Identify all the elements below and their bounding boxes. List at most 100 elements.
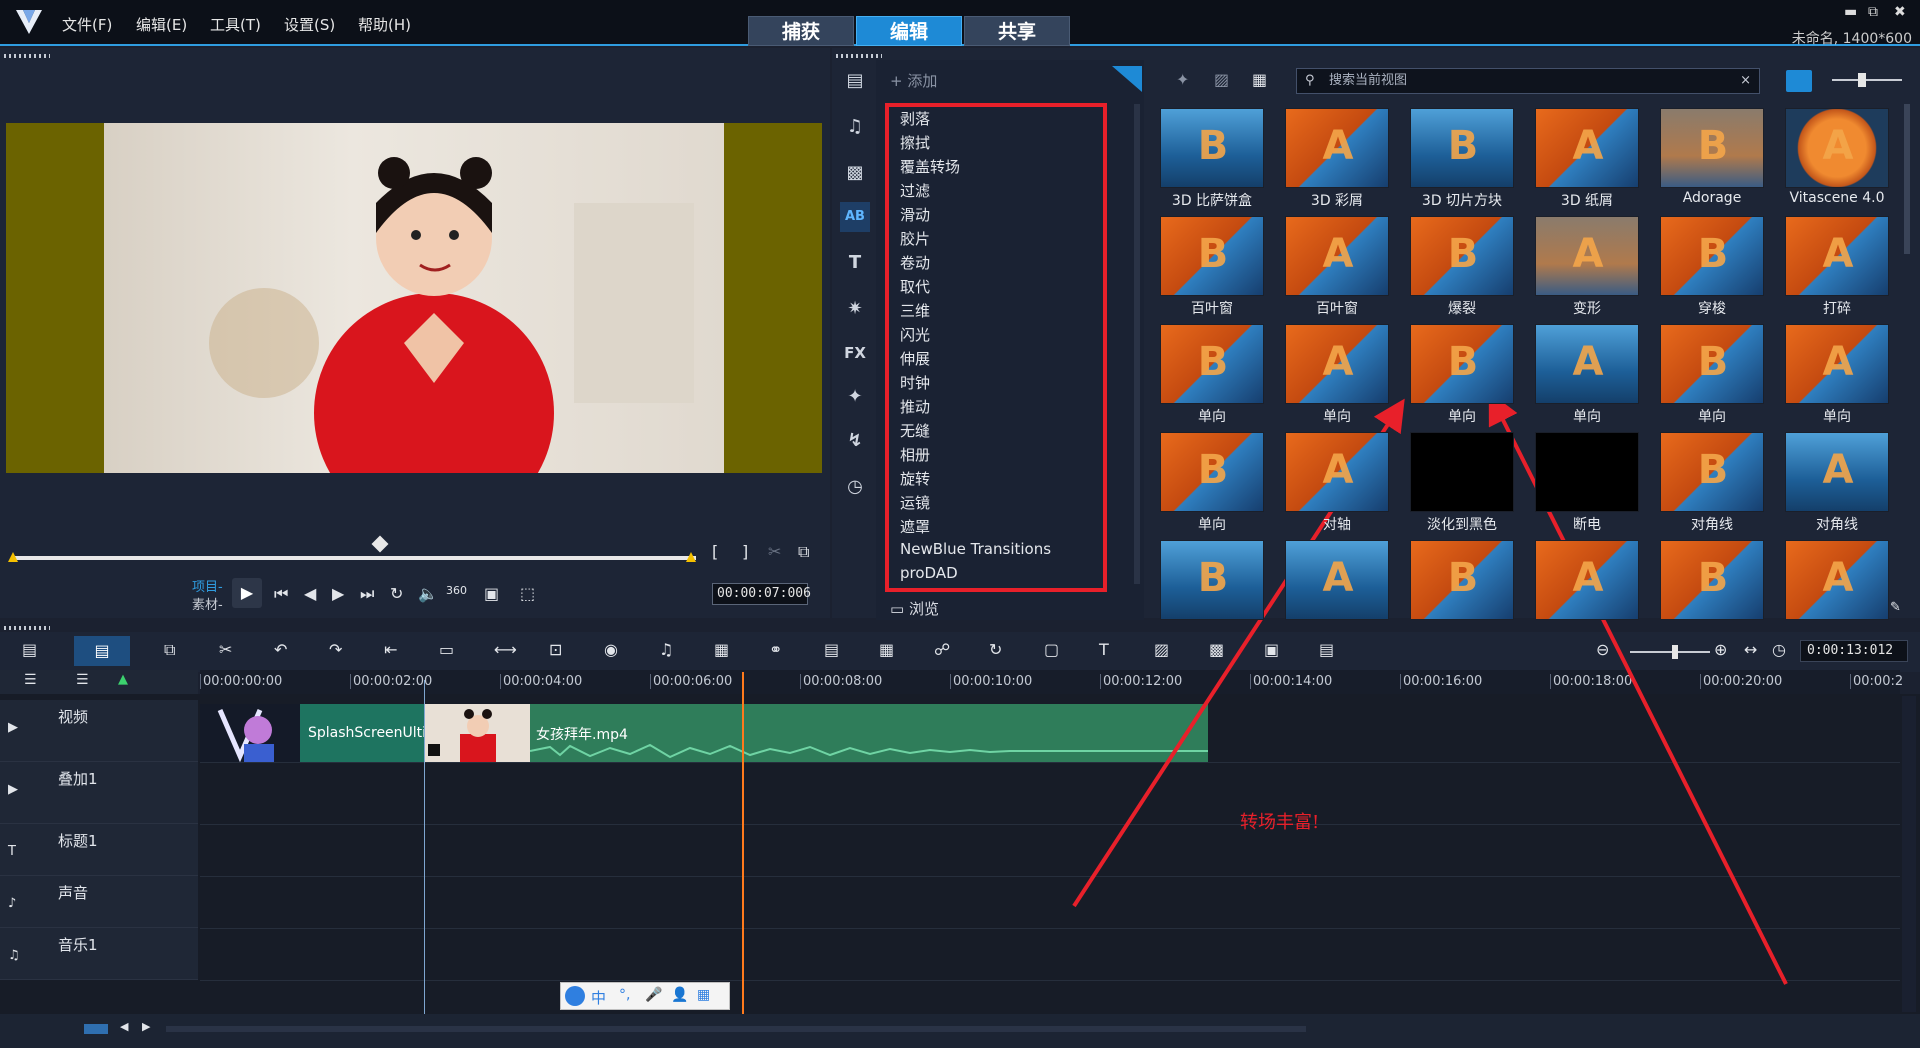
- minimize-icon[interactable]: ▬: [1844, 4, 1857, 20]
- ime-user-icon[interactable]: 👤: [671, 987, 688, 1003]
- category-scrollbar[interactable]: [1134, 104, 1140, 584]
- multicam-icon[interactable]: ▦: [714, 640, 729, 659]
- record-icon[interactable]: ⧉: [164, 640, 175, 660]
- splash-thumb[interactable]: [200, 704, 300, 763]
- next-frame-icon[interactable]: ▶: [332, 584, 344, 603]
- transition-thumb[interactable]: A: [1285, 432, 1389, 512]
- panel-grip[interactable]: [4, 54, 50, 58]
- menu-settings[interactable]: 设置(S): [284, 14, 335, 35]
- track-header[interactable]: [0, 762, 198, 824]
- scroll-left-icon[interactable]: ◀: [120, 1020, 128, 1033]
- crop-icon[interactable]: ▭: [439, 640, 454, 659]
- search-input[interactable]: ⚲ 搜索当前视图 ×: [1296, 68, 1760, 94]
- timeline-view-icon[interactable]: ▤: [74, 636, 130, 666]
- color-icon[interactable]: ◉: [604, 640, 618, 659]
- ime-punct-icon[interactable]: °,: [619, 987, 630, 1003]
- transition-icon[interactable]: AB: [840, 202, 870, 232]
- prev-frame-icon[interactable]: ◀: [304, 584, 316, 603]
- timeline-vscrollbar[interactable]: [1902, 696, 1916, 1012]
- transition-thumb[interactable]: B: [1160, 324, 1264, 404]
- track-header[interactable]: [0, 824, 198, 876]
- thumbnail-size-slider[interactable]: [1832, 79, 1902, 81]
- transition-thumb[interactable]: B: [1160, 432, 1264, 512]
- menu-help[interactable]: 帮助(H): [358, 14, 411, 35]
- aspect-ratio-icon[interactable]: ▣: [484, 584, 499, 603]
- undo-icon[interactable]: ↶: [274, 640, 287, 659]
- transition-thumb[interactable]: B: [1660, 432, 1764, 512]
- tab-share[interactable]: 共享: [964, 16, 1070, 46]
- zoom-in-icon[interactable]: ⊕: [1714, 640, 1727, 659]
- main-clip[interactable]: 女孩拜年.mp4: [530, 704, 1208, 762]
- main-clip-thumb[interactable]: [424, 704, 530, 762]
- transition-thumb[interactable]: A: [1535, 324, 1639, 404]
- split-screen-icon[interactable]: ▦: [879, 640, 894, 659]
- zoom-handle[interactable]: [1672, 645, 1678, 659]
- edit-view-icon[interactable]: ✎: [1890, 600, 1901, 615]
- mask-icon[interactable]: ⚭: [769, 640, 782, 659]
- transition-thumb[interactable]: B: [1410, 324, 1514, 404]
- zoom-out-icon[interactable]: ⊖: [1596, 640, 1609, 659]
- media-icon[interactable]: ▤: [840, 66, 870, 96]
- fit-project-icon[interactable]: ↔: [1744, 640, 1757, 659]
- mark-in-icon[interactable]: [: [712, 542, 718, 561]
- subject-icon[interactable]: ▢: [1044, 640, 1059, 659]
- transition-thumb[interactable]: B: [1660, 216, 1764, 296]
- menu-edit[interactable]: 编辑(E): [136, 14, 187, 35]
- apply-random-icon[interactable]: ▦: [1252, 70, 1267, 89]
- clear-search-icon[interactable]: ×: [1740, 69, 1751, 93]
- mark-out-icon[interactable]: ]: [742, 542, 748, 561]
- transition-thumb[interactable]: A: [1785, 540, 1889, 620]
- transition-thumb[interactable]: A: [1285, 216, 1389, 296]
- transition-thumb[interactable]: A: [1285, 324, 1389, 404]
- track-nav-icon[interactable]: [84, 1024, 108, 1034]
- transition-thumb[interactable]: A: [1785, 432, 1889, 512]
- transition-thumb[interactable]: B: [1160, 540, 1264, 620]
- transition-thumb[interactable]: A: [1535, 216, 1639, 296]
- grid-scrollbar[interactable]: [1904, 104, 1910, 254]
- repeat-icon[interactable]: ↻: [390, 584, 403, 603]
- motion-icon[interactable]: ✦: [840, 382, 870, 412]
- player-timecode[interactable]: 00:00:07:006: [712, 583, 811, 605]
- stretch-icon[interactable]: ⟷: [494, 640, 517, 659]
- clip-mode-label[interactable]: 素材-: [192, 594, 223, 613]
- mask-creator-icon[interactable]: ▩: [1209, 640, 1224, 659]
- thumbnail-size-handle[interactable]: [1858, 73, 1866, 87]
- tab-capture[interactable]: 捕获: [748, 16, 854, 46]
- transition-thumb[interactable]: A: [1535, 108, 1639, 188]
- template-icon[interactable]: ▩: [840, 158, 870, 188]
- transition-thumb[interactable]: B: [1410, 108, 1514, 188]
- transition-thumb[interactable]: B: [1660, 540, 1764, 620]
- track-manager-icon[interactable]: ☰: [24, 672, 37, 688]
- gif-icon[interactable]: ▤: [1319, 640, 1334, 659]
- pan-icon[interactable]: ⊡: [549, 640, 562, 659]
- graphics-icon[interactable]: ✷: [840, 294, 870, 324]
- go-end-icon[interactable]: ⏭: [360, 584, 374, 604]
- transition-thumb[interactable]: B: [1410, 216, 1514, 296]
- timeline-hscrollbar[interactable]: [166, 1026, 1306, 1032]
- ime-menu-icon[interactable]: ▦: [697, 987, 710, 1003]
- title-icon[interactable]: T: [840, 248, 870, 278]
- screen-icon[interactable]: ▣: [1264, 640, 1279, 659]
- split-clip-icon[interactable]: ✂: [768, 542, 781, 561]
- volume-icon[interactable]: 🔈: [418, 584, 438, 603]
- transition-thumb[interactable]: A: [1785, 108, 1889, 188]
- ripple-edit-icon[interactable]: ▲: [118, 672, 128, 687]
- transition-thumb[interactable]: [1410, 432, 1514, 512]
- fx-filter-icon[interactable]: FX: [840, 338, 870, 368]
- menu-file[interactable]: 文件(F): [62, 14, 112, 35]
- transition-thumb[interactable]: B: [1160, 108, 1264, 188]
- transition-thumb[interactable]: A: [1785, 324, 1889, 404]
- 360-view-icon[interactable]: 360: [446, 584, 467, 597]
- audio-icon[interactable]: ♫: [659, 640, 673, 659]
- crop-icon[interactable]: ⬚: [520, 584, 535, 603]
- panel-grip[interactable]: [4, 626, 50, 630]
- trim-icon[interactable]: ⇤: [384, 640, 397, 659]
- transition-thumb[interactable]: A: [1535, 540, 1639, 620]
- play-button[interactable]: ▶: [232, 578, 262, 608]
- menu-tools[interactable]: 工具(T): [210, 14, 261, 35]
- zoom-slider[interactable]: [1630, 651, 1710, 653]
- motion-track-icon[interactable]: ☍: [934, 640, 950, 659]
- paint-icon[interactable]: ▨: [1154, 640, 1169, 659]
- playhead[interactable]: [742, 672, 744, 1014]
- 3d-title-icon[interactable]: T: [1099, 640, 1109, 659]
